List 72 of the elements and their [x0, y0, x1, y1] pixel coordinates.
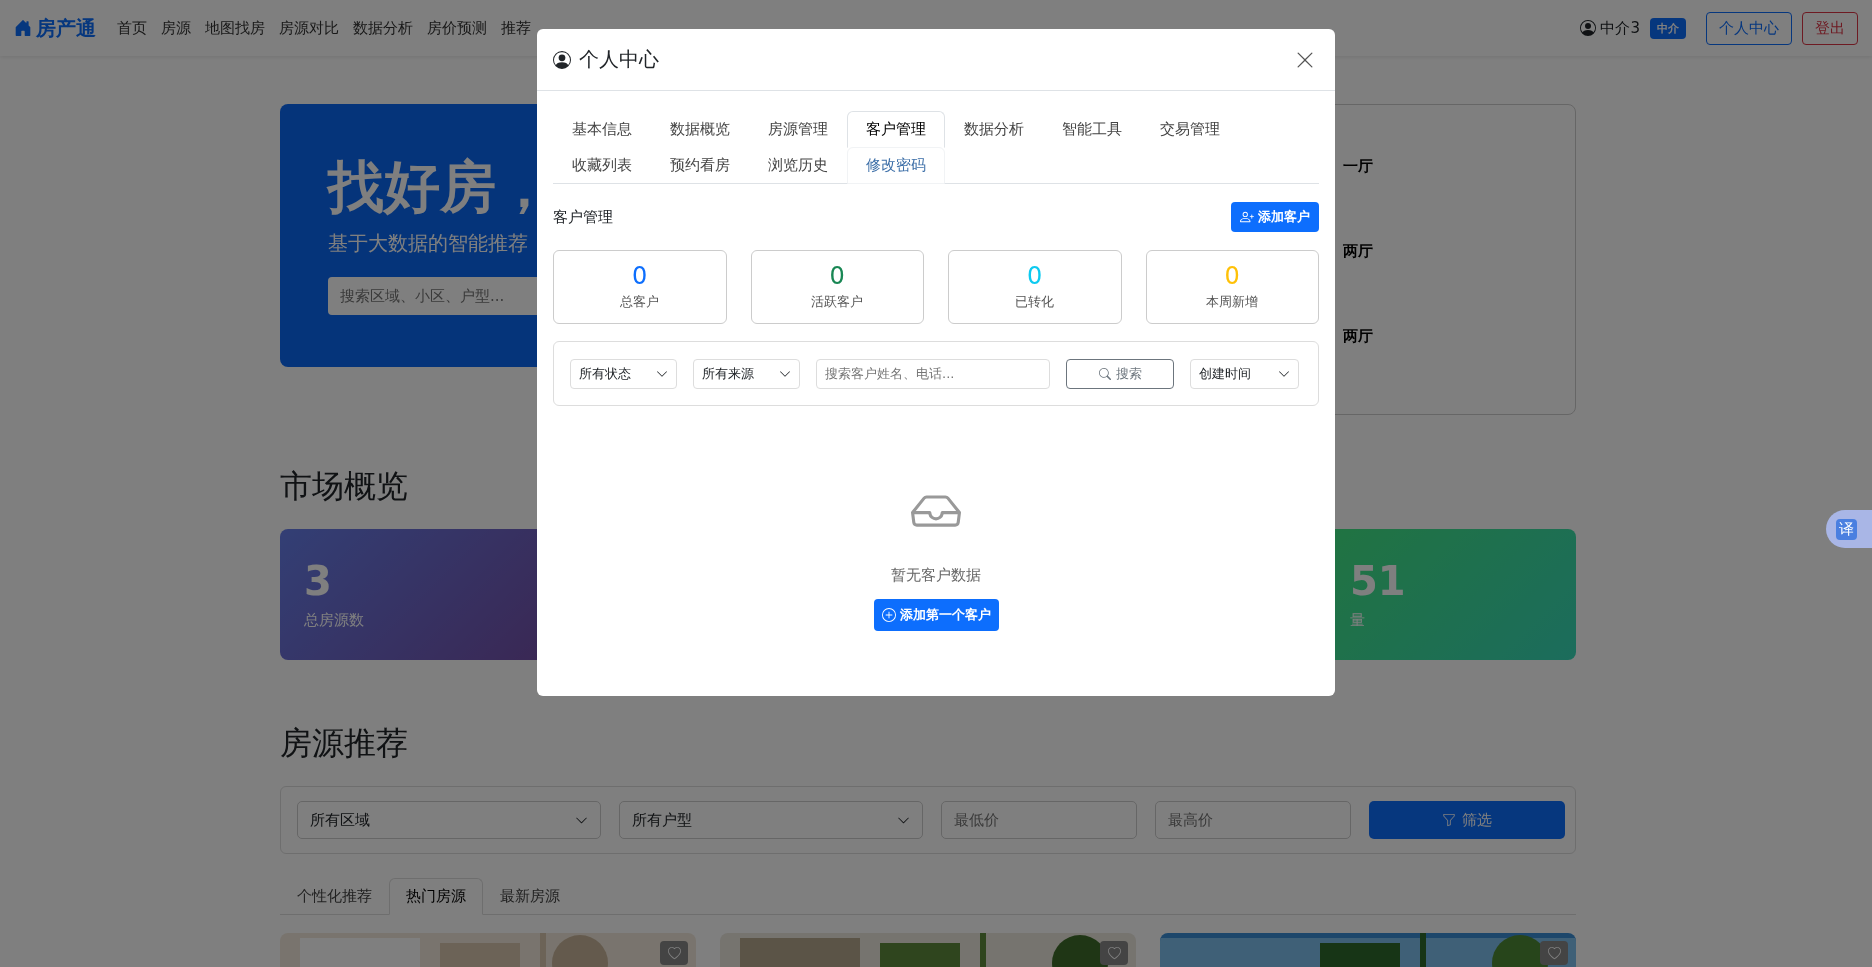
tab[interactable]: 修改密码 [847, 147, 945, 184]
stat-value: 0 [1027, 262, 1043, 290]
stat-label: 本周新增 [1206, 293, 1259, 312]
stat-label: 量 [1350, 611, 1366, 630]
nav-link[interactable]: 首页 [110, 10, 154, 46]
nav-link[interactable]: 数据分析 [346, 10, 420, 46]
stat-label: 已转化 [1015, 293, 1055, 312]
person-plus-icon [1240, 210, 1254, 224]
tab[interactable]: 智能工具 [1043, 111, 1141, 148]
tab[interactable]: 房源管理 [749, 111, 847, 148]
status-select[interactable]: 所有状态 [570, 358, 677, 389]
stat-value: 0 [829, 262, 845, 290]
nav-link[interactable]: 地图找房 [198, 10, 272, 46]
add-first-client-button[interactable]: 添加第一个客户 [873, 599, 999, 631]
stat-value: 0 [632, 262, 648, 290]
section-title: 房源推荐 [280, 723, 408, 764]
section-title: 客户管理 [553, 207, 613, 227]
role-badge: 中介 [1650, 17, 1686, 39]
user-icon [1580, 20, 1597, 36]
nav-link[interactable]: 房价预测 [420, 10, 494, 46]
translate-button[interactable]: 译 [1826, 510, 1872, 548]
layout-text: 一厅 [1343, 157, 1374, 176]
select-field[interactable]: 所有区域 [297, 801, 601, 839]
empty-message: 暂无客户数据 [891, 566, 981, 585]
price-field[interactable]: 最高价 [1155, 801, 1351, 839]
tab[interactable]: 基本信息 [553, 111, 651, 148]
stat-value: 3 [304, 559, 333, 603]
layout-text: 两厅 [1343, 242, 1374, 261]
dialog-title: 个人中心 [579, 46, 659, 73]
tab[interactable]: 浏览历史 [749, 147, 847, 184]
stat-label: 总房源数 [304, 611, 365, 630]
search-icon [1098, 367, 1111, 380]
tab[interactable]: 最新房源 [483, 878, 577, 915]
source-select[interactable]: 所有来源 [693, 358, 800, 389]
sort-select[interactable]: 创建时间 [1190, 358, 1299, 389]
tab[interactable]: 交易管理 [1141, 111, 1239, 148]
price-field[interactable]: 最低价 [941, 801, 1137, 839]
user-name: 中介3 [1580, 18, 1640, 38]
heart-icon [667, 946, 681, 960]
hero-title: 找好房， [328, 156, 552, 218]
favorite-button[interactable] [660, 941, 688, 965]
tab[interactable]: 数据概览 [651, 111, 749, 148]
tab[interactable]: 预约看房 [651, 147, 749, 184]
funnel-icon [1442, 813, 1456, 827]
search-field[interactable]: 搜索客户姓名、电话... [816, 358, 1050, 389]
user-icon [553, 50, 571, 69]
tab[interactable]: 收藏列表 [553, 147, 651, 184]
tab[interactable]: 热门房源 [389, 878, 483, 915]
tab[interactable]: 数据分析 [945, 111, 1043, 148]
layout-text: 两厅 [1343, 327, 1374, 346]
brand-logo[interactable]: 房产通 [14, 14, 96, 42]
favorite-button[interactable] [1540, 941, 1568, 965]
profile-button[interactable]: 个人中心 [1706, 11, 1792, 45]
heart-icon [1547, 946, 1561, 960]
nav-link[interactable]: 房源 [154, 10, 198, 46]
tab[interactable]: 个性化推荐 [280, 878, 389, 915]
stat-label: 总客户 [620, 293, 660, 312]
search-button[interactable]: 搜索 [1066, 358, 1174, 389]
nav-link[interactable]: 推荐 [494, 10, 538, 46]
heart-icon [1107, 946, 1121, 960]
stat-label: 活跃客户 [811, 293, 864, 312]
favorite-button[interactable] [1100, 941, 1128, 965]
hero-subtitle: 基于大数据的智能推荐 [328, 229, 528, 257]
nav-link[interactable]: 房源对比 [272, 10, 346, 46]
add-client-button[interactable]: 添加客户 [1231, 202, 1319, 232]
stat-value: 51 [1350, 559, 1407, 603]
select-field[interactable]: 所有户型 [619, 801, 923, 839]
section-title: 市场概览 [280, 466, 408, 507]
filter-button[interactable]: 筛选 [1369, 801, 1565, 839]
stat-value: 0 [1224, 262, 1240, 290]
tab[interactable]: 客户管理 [847, 111, 945, 148]
logout-button[interactable]: 登出 [1802, 11, 1858, 45]
